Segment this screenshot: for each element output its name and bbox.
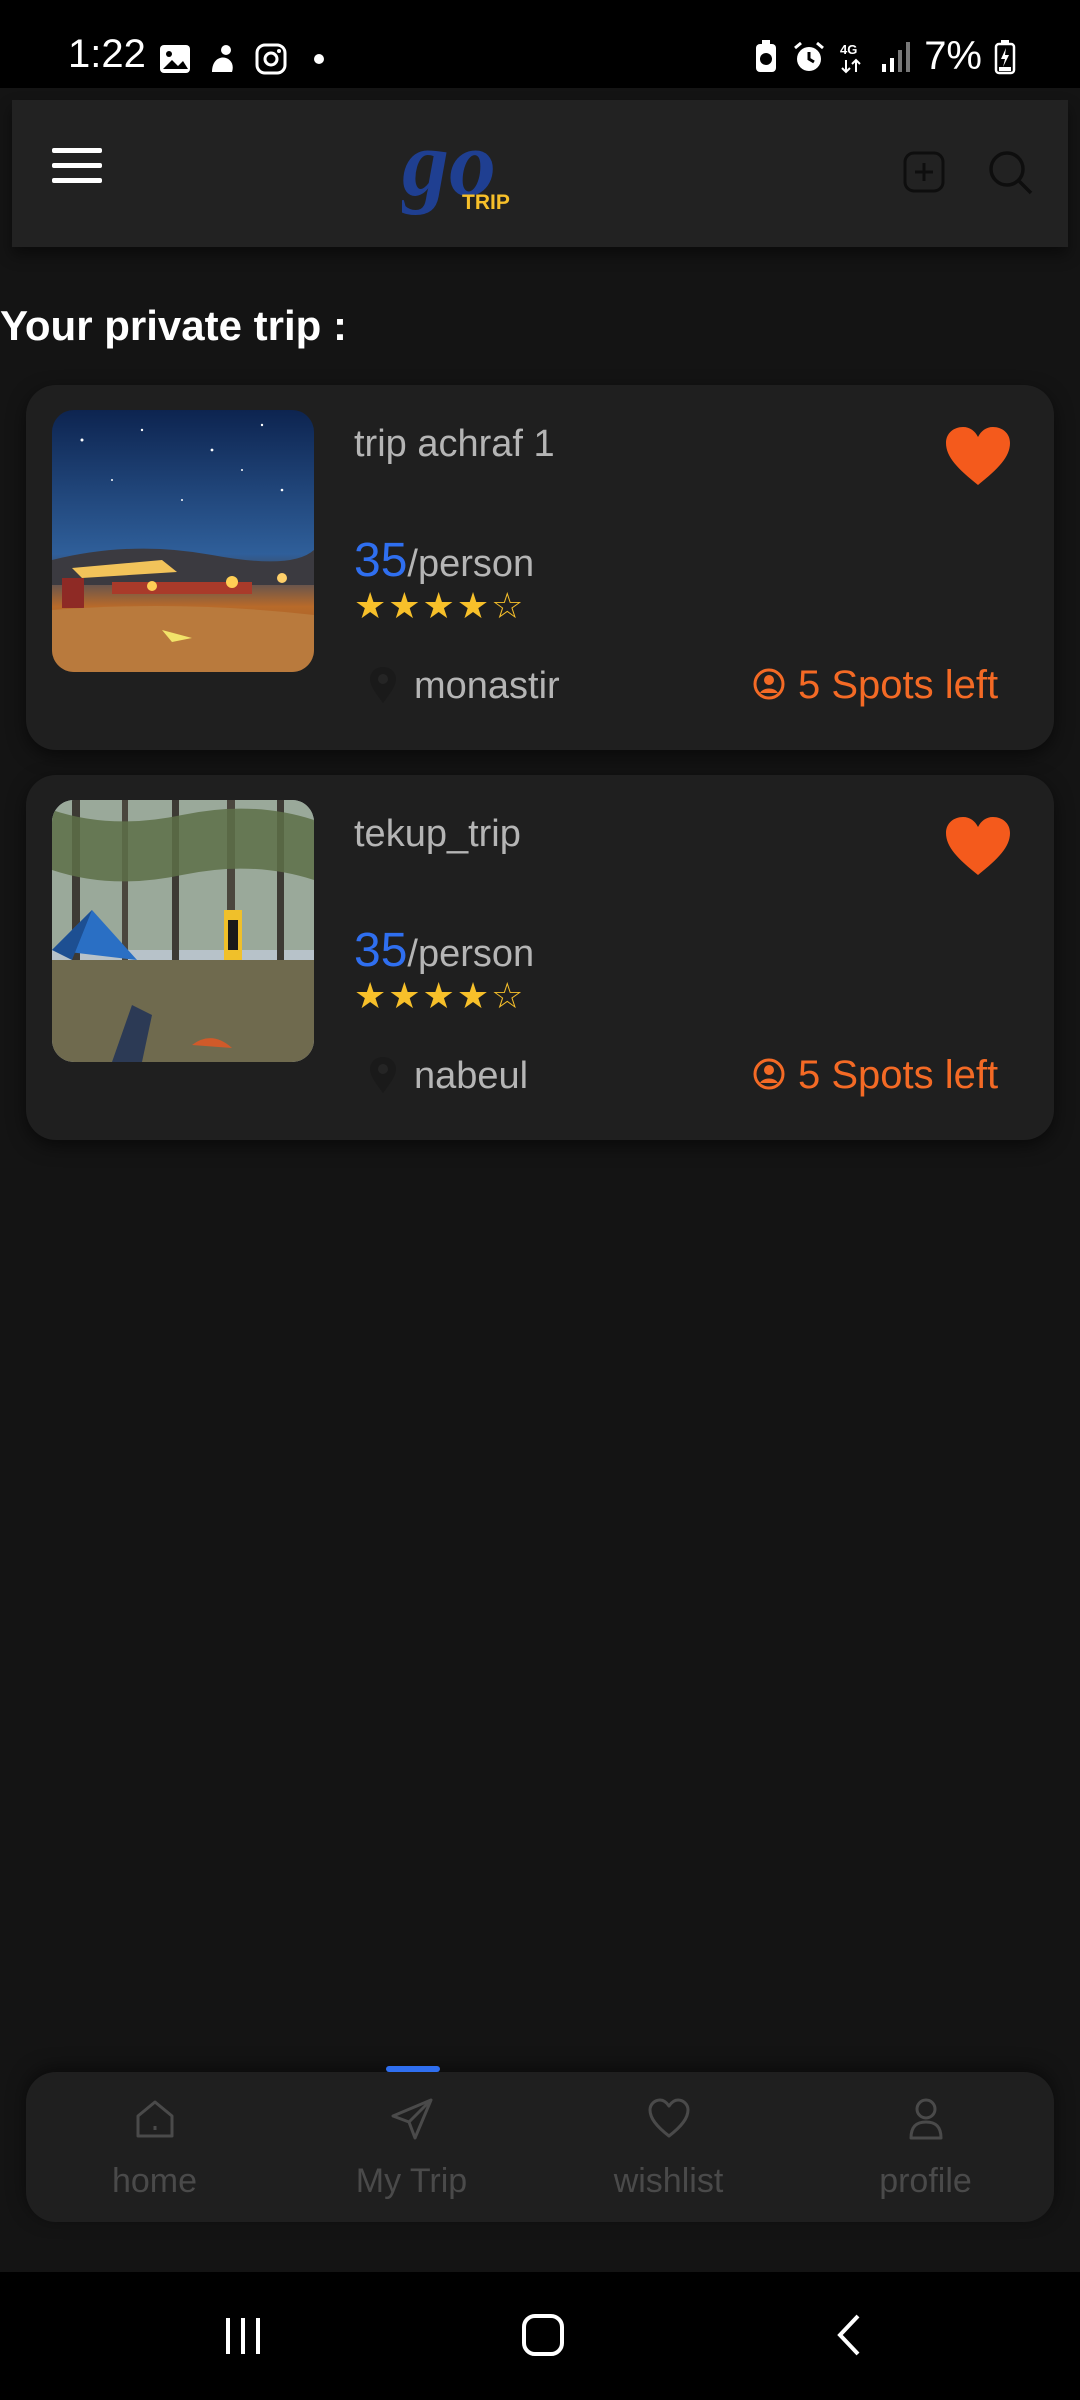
location-pin-icon — [370, 1057, 396, 1093]
search-icon[interactable] — [984, 146, 1036, 198]
nav-label-wishlist: wishlist — [613, 2162, 724, 2200]
signal-icon — [882, 41, 911, 72]
nav-item-wishlist[interactable]: wishlist — [540, 2072, 797, 2222]
trip-name[interactable]: trip achraf 1 — [354, 423, 555, 466]
gallery-icon — [160, 45, 190, 73]
price: 35/person — [354, 923, 534, 978]
price-value: 35 — [354, 924, 408, 977]
app-notification-icon — [212, 45, 233, 72]
instagram-icon — [255, 43, 287, 75]
svg-text:4G: 4G — [840, 42, 857, 57]
rating-stars: ★★★★☆ — [354, 585, 526, 626]
trip-location: nabeul — [414, 1055, 529, 1097]
price-unit: /person — [407, 933, 535, 975]
user-icon — [909, 2098, 943, 2140]
send-icon — [391, 2098, 433, 2140]
favorite-heart-icon[interactable] — [944, 425, 1012, 487]
alarm-icon — [794, 41, 825, 71]
location-pin-icon — [370, 667, 396, 703]
heart-icon — [648, 2098, 690, 2138]
dot-icon — [314, 54, 324, 64]
back-icon[interactable] — [828, 2312, 874, 2358]
rating-stars: ★★★★☆ — [354, 975, 526, 1016]
system-navigation-bar — [0, 2272, 1080, 2400]
spots-left: 5 Spots left — [798, 663, 999, 707]
price-unit: /person — [407, 543, 535, 585]
home-button-icon[interactable] — [520, 2312, 566, 2358]
notification-icons — [158, 42, 336, 76]
trip-card[interactable]: trip achraf 1 35/person ★★★★☆ monastir 5… — [26, 385, 1054, 750]
battery-percentage: 7% — [924, 34, 982, 78]
logo-word: TRIP — [462, 191, 510, 214]
network-4g-icon: 4G — [840, 42, 861, 73]
trip-name[interactable]: tekup_trip — [354, 813, 521, 856]
add-icon[interactable] — [900, 148, 948, 196]
system-status-icons: 4G 7% — [752, 34, 1016, 79]
nav-item-my-trip[interactable]: My Trip — [283, 2072, 540, 2222]
app-bar: go TRIP — [12, 100, 1068, 247]
home-icon — [136, 2100, 174, 2138]
recent-apps-icon[interactable] — [220, 2312, 266, 2358]
price-value: 35 — [354, 534, 408, 587]
nav-label-profile: profile — [879, 2162, 972, 2200]
nav-label-home: home — [111, 2162, 198, 2200]
user-circle-icon — [753, 668, 785, 700]
menu-icon[interactable] — [52, 146, 102, 186]
favorite-heart-icon[interactable] — [944, 815, 1012, 877]
battery-icon — [994, 39, 1016, 74]
price: 35/person — [354, 533, 534, 588]
nav-label-my-trip: My Trip — [355, 2162, 468, 2200]
nav-item-home[interactable]: home — [26, 2072, 283, 2222]
trip-location: monastir — [414, 665, 560, 707]
trip-card[interactable]: tekup_trip 35/person ★★★★☆ nabeul 5 Spot… — [26, 775, 1054, 1140]
status-time: 1:22 — [68, 32, 146, 76]
trip-image-forest[interactable] — [52, 800, 314, 1062]
trip-image-desert[interactable] — [52, 410, 314, 672]
user-circle-icon — [753, 1058, 785, 1090]
battery-saver-icon — [756, 39, 777, 72]
spots-left: 5 Spots left — [798, 1053, 999, 1097]
nav-item-profile[interactable]: profile — [797, 2072, 1054, 2222]
bottom-navigation: home My Trip wishlist profile — [26, 2066, 1054, 2222]
status-bar: 1:22 4G 7% — [0, 0, 1080, 88]
section-title: Your private trip : — [0, 302, 347, 349]
go-trip-logo[interactable]: go TRIP — [402, 115, 532, 230]
